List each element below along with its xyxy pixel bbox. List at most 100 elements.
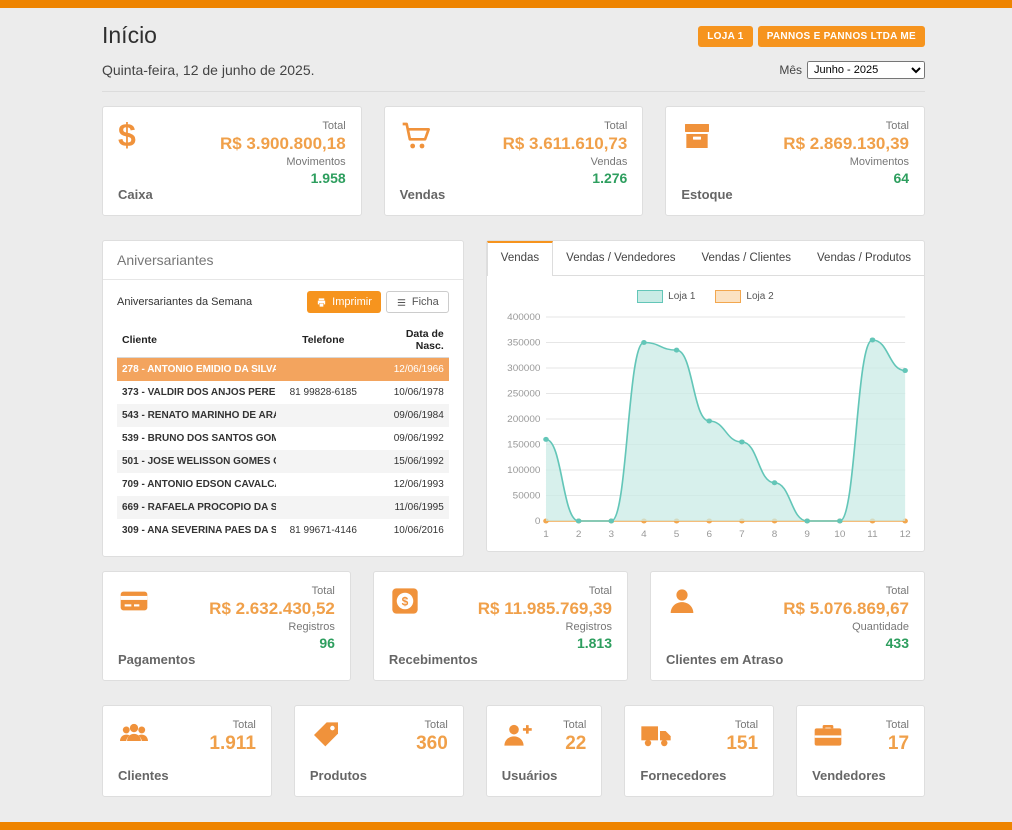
card-clientes-em-atraso: Clientes em Atraso Total R$ 5.076.869,67… xyxy=(650,571,925,681)
nasc-cell: 09/06/1984 xyxy=(371,404,449,427)
sub-label: Movimentos xyxy=(783,156,909,168)
ficha-button-label: Ficha xyxy=(412,296,439,308)
nasc-cell: 12/06/1966 xyxy=(371,358,449,382)
total-value: 1.911 xyxy=(209,733,256,755)
card-caixa: $ Caixa Total R$ 3.900.800,18 Movimentos… xyxy=(102,106,362,216)
card-title: Fornecedores xyxy=(640,768,726,783)
briefcase-icon xyxy=(812,719,844,751)
card-title: Vendedores xyxy=(812,768,886,783)
print-button-label: Imprimir xyxy=(332,296,372,308)
telefone-cell: 81 99828-6185 xyxy=(276,381,371,404)
store-button[interactable]: LOJA 1 xyxy=(698,26,752,47)
list-icon xyxy=(396,297,407,308)
company-button[interactable]: PANNOS E PANNOS LTDA ME xyxy=(758,26,925,47)
birthday-row[interactable]: 539 - BRUNO DOS SANTOS GOMES09/06/1992 xyxy=(117,427,449,450)
cliente-cell: 501 - JOSE WELISSON GOMES OLIVEIR... xyxy=(117,450,276,473)
total-label: Total xyxy=(783,120,909,132)
svg-text:150000: 150000 xyxy=(507,440,540,450)
total-value: R$ 11.985.769,39 xyxy=(478,599,612,619)
sub-value: 1.813 xyxy=(478,635,612,651)
header: Início LOJA 1 PANNOS E PANNOS LTDA ME xyxy=(102,22,925,49)
birthday-row[interactable]: 709 - ANTONIO EDSON CAVALCANTE D... 12/06… xyxy=(117,473,449,496)
card-title: Estoque xyxy=(681,187,732,202)
coin-badge-icon: $ xyxy=(389,585,421,617)
card-produtos: Produtos Total 360 xyxy=(294,705,464,797)
sub-label: Registros xyxy=(209,621,335,633)
sales-chart-panel: Vendas Vendas / Vendedores Vendas / Clie… xyxy=(486,240,925,552)
card-fornecedores: Fornecedores Total 151 xyxy=(624,705,774,797)
cliente-cell: 543 - RENATO MARINHO DE ARAUJO (F... xyxy=(117,404,276,427)
current-date: Quinta-feira, 12 de junho de 2025. xyxy=(102,62,315,78)
chart-legend: Loja 1 Loja 2 xyxy=(495,290,916,303)
total-value: 22 xyxy=(563,733,586,755)
month-select[interactable]: Junho - 2025 xyxy=(807,61,925,79)
total-label: Total xyxy=(220,120,346,132)
birthday-row[interactable]: 278 - ANTONIO EMIDIO DA SILVA (PALE... 12… xyxy=(117,358,449,382)
birthday-row[interactable]: 373 - VALDIR DOS ANJOS PEREIRA (AN...81 … xyxy=(117,381,449,404)
card-vendas: Vendas Total R$ 3.611.610,73 Vendas 1.27… xyxy=(384,106,644,216)
total-label: Total xyxy=(478,585,612,597)
tab-vendas-clientes[interactable]: Vendas / Clientes xyxy=(689,241,805,275)
telefone-cell xyxy=(276,496,371,519)
tab-vendas-vendedores[interactable]: Vendas / Vendedores xyxy=(553,241,688,275)
total-value: R$ 2.869.130,39 xyxy=(783,134,909,154)
col-nasc: Data de Nasc. xyxy=(371,323,449,358)
sub-label: Registros xyxy=(478,621,612,633)
svg-text:350000: 350000 xyxy=(507,338,540,348)
nasc-cell: 15/06/1992 xyxy=(371,450,449,473)
sub-value: 1.276 xyxy=(503,170,628,186)
svg-text:8: 8 xyxy=(772,529,778,539)
tab-vendas-produtos[interactable]: Vendas / Produtos xyxy=(804,241,924,275)
svg-text:400000: 400000 xyxy=(507,312,540,322)
print-button[interactable]: Imprimir xyxy=(307,291,381,313)
header-buttons: LOJA 1 PANNOS E PANNOS LTDA ME xyxy=(698,26,925,47)
birthday-row[interactable]: 501 - JOSE WELISSON GOMES OLIVEIR... 15/0… xyxy=(117,450,449,473)
dollar-icon: $ xyxy=(118,120,153,152)
nasc-cell: 10/06/2016 xyxy=(371,519,449,542)
total-label: Total xyxy=(209,585,335,597)
cliente-cell: 278 - ANTONIO EMIDIO DA SILVA (PALE... xyxy=(117,358,276,382)
chart-body: Loja 1 Loja 2 05000010000015000020000025… xyxy=(487,276,924,551)
total-label: Total xyxy=(563,719,586,731)
nasc-cell: 12/06/1993 xyxy=(371,473,449,496)
cliente-cell: 669 - RAFAELA PROCOPIO DA SILVA CA... xyxy=(117,496,276,519)
card-recebimentos: $ Recebimentos Total R$ 11.985.769,39 Re… xyxy=(373,571,628,681)
cliente-cell: 709 - ANTONIO EDSON CAVALCANTE D... xyxy=(117,473,276,496)
birthday-row[interactable]: 309 - ANA SEVERINA PAES DA SILVA81 99671… xyxy=(117,519,449,542)
cart-icon xyxy=(400,120,432,152)
credit-card-icon xyxy=(118,585,150,617)
birthdays-panel-title: Aniversariantes xyxy=(103,241,463,280)
birthday-row[interactable]: 669 - RAFAELA PROCOPIO DA SILVA CA...11/… xyxy=(117,496,449,519)
svg-text:250000: 250000 xyxy=(507,389,540,399)
sales-tabs: Vendas Vendas / Vendedores Vendas / Clie… xyxy=(487,241,924,276)
sub-label: Quantidade xyxy=(783,621,909,633)
month-label: Mês xyxy=(779,63,802,77)
birthday-row[interactable]: 543 - RENATO MARINHO DE ARAUJO (F... 09/0… xyxy=(117,404,449,427)
card-vendedores: Vendedores Total 17 xyxy=(796,705,925,797)
total-label: Total xyxy=(503,120,628,132)
svg-text:10: 10 xyxy=(834,529,845,539)
card-title: Produtos xyxy=(310,768,367,783)
tab-vendas[interactable]: Vendas xyxy=(487,241,553,276)
card-title: Clientes em Atraso xyxy=(666,652,783,667)
people-icon xyxy=(118,719,150,751)
telefone-cell: 81 99671-4146 xyxy=(276,519,371,542)
total-label: Total xyxy=(416,719,448,731)
birthdays-panel: Aniversariantes Aniversariantes da Seman… xyxy=(102,240,464,557)
box-icon xyxy=(681,120,713,152)
svg-text:300000: 300000 xyxy=(507,363,540,373)
svg-text:$: $ xyxy=(402,594,409,608)
svg-text:0: 0 xyxy=(535,516,541,526)
sub-value: 64 xyxy=(783,170,909,186)
svg-text:50000: 50000 xyxy=(512,491,540,501)
tag-icon xyxy=(310,719,342,751)
total-value: R$ 2.632.430,52 xyxy=(209,599,335,619)
card-usuarios: Usuários Total 22 xyxy=(486,705,603,797)
sub-value: 433 xyxy=(783,635,909,651)
date-row: Quinta-feira, 12 de junho de 2025. Mês J… xyxy=(102,61,925,92)
page-title: Início xyxy=(102,22,157,49)
svg-text:1: 1 xyxy=(543,529,549,539)
svg-text:3: 3 xyxy=(608,529,614,539)
svg-text:7: 7 xyxy=(739,529,745,539)
ficha-button[interactable]: Ficha xyxy=(386,291,449,313)
